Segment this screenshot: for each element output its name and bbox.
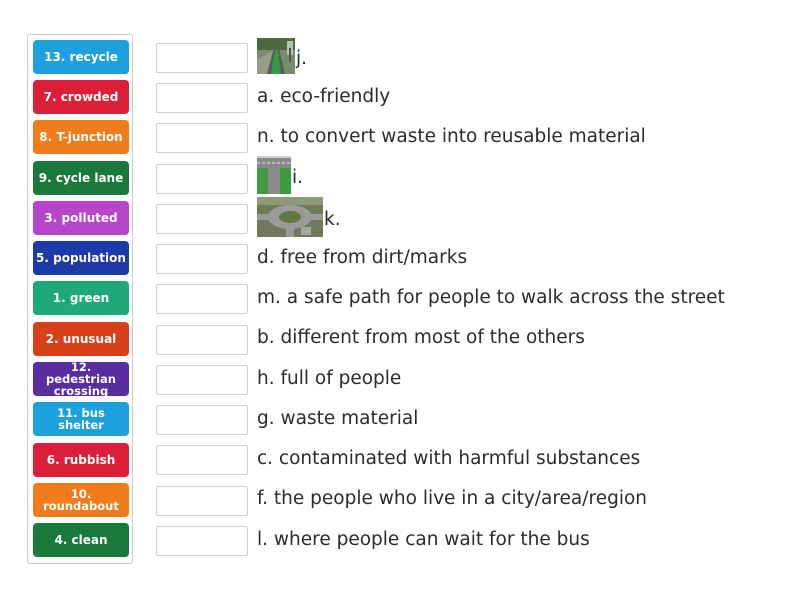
tile-pedestrian-crossing[interactable]: 12. pedestrian crossing <box>33 361 129 397</box>
answer-slot-m[interactable] <box>156 284 248 314</box>
tile-polluted[interactable]: 3. polluted <box>33 201 129 235</box>
definition-text: h. full of people <box>257 367 402 389</box>
definition-f: f. the people who live in a city/area/re… <box>257 483 647 513</box>
answer-slot-i[interactable] <box>156 164 248 194</box>
definition-text: f. the people who live in a city/area/re… <box>257 487 648 509</box>
answer-slot-h[interactable] <box>156 365 248 395</box>
definition-text: n. to convert waste into reusable materi… <box>257 125 646 147</box>
definition-label: k. <box>324 208 341 230</box>
t-junction-photo <box>257 155 291 199</box>
definition-l: l. where people can wait for the bus <box>257 524 590 554</box>
answer-slot-f[interactable] <box>156 486 248 516</box>
answer-slot-b[interactable] <box>156 325 248 355</box>
answer-slot-j[interactable] <box>156 43 248 73</box>
tile-population[interactable]: 5. population <box>33 241 129 275</box>
definition-d: d. free from dirt/marks <box>257 242 467 272</box>
answer-slot-n[interactable] <box>156 123 248 153</box>
definition-c: c. contaminated with harmful substances <box>257 443 640 473</box>
definition-text: l. where people can wait for the bus <box>257 528 590 550</box>
answer-slot-g[interactable] <box>156 405 248 435</box>
definition-n: n. to convert waste into reusable materi… <box>257 121 646 151</box>
tile-clean[interactable]: 4. clean <box>33 523 129 557</box>
definition-text: g. waste material <box>257 407 419 429</box>
definition-b: b. different from most of the others <box>257 322 585 352</box>
definition-m: m. a safe path for people to walk across… <box>257 282 725 312</box>
answer-slot-l[interactable] <box>156 526 248 556</box>
cycle-lane-photo <box>257 37 295 79</box>
definition-label: j. <box>296 47 308 69</box>
tile-unusual[interactable]: 2. unusual <box>33 322 129 356</box>
definition-label: i. <box>292 166 304 188</box>
definition-text: a. eco-friendly <box>257 85 391 107</box>
tile-cycle-lane[interactable]: 9. cycle lane <box>33 161 129 195</box>
answer-slot-c[interactable] <box>156 445 248 475</box>
definition-h: h. full of people <box>257 363 401 393</box>
answer-slot-a[interactable] <box>156 83 248 113</box>
definition-a: a. eco-friendly <box>257 81 390 111</box>
tile-rubbish[interactable]: 6. rubbish <box>33 443 129 477</box>
tile-crowded[interactable]: 7. crowded <box>33 80 129 114</box>
roundabout-photo <box>257 196 323 242</box>
tile-recycle[interactable]: 13. recycle <box>33 40 129 74</box>
tile-green[interactable]: 1. green <box>33 281 129 315</box>
definition-j: j. <box>257 37 308 79</box>
definition-text: b. different from most of the others <box>257 326 585 348</box>
definition-text: c. contaminated with harmful substances <box>257 447 641 469</box>
tile-bank: 13. recycle 7. crowded 8. T-junction 9. … <box>27 34 133 564</box>
definition-i: i. <box>257 155 304 199</box>
definition-text: m. a safe path for people to walk across… <box>257 286 725 308</box>
tile-bus-shelter[interactable]: 11. bus shelter <box>33 402 129 436</box>
answer-slot-d[interactable] <box>156 244 248 274</box>
definition-text: d. free from dirt/marks <box>257 246 468 268</box>
tile-roundabout[interactable]: 10. roundabout <box>33 483 129 517</box>
answer-slot-k[interactable] <box>156 204 248 234</box>
definition-g: g. waste material <box>257 403 418 433</box>
definition-k: k. <box>257 196 341 242</box>
tile-t-junction[interactable]: 8. T-junction <box>33 120 129 154</box>
